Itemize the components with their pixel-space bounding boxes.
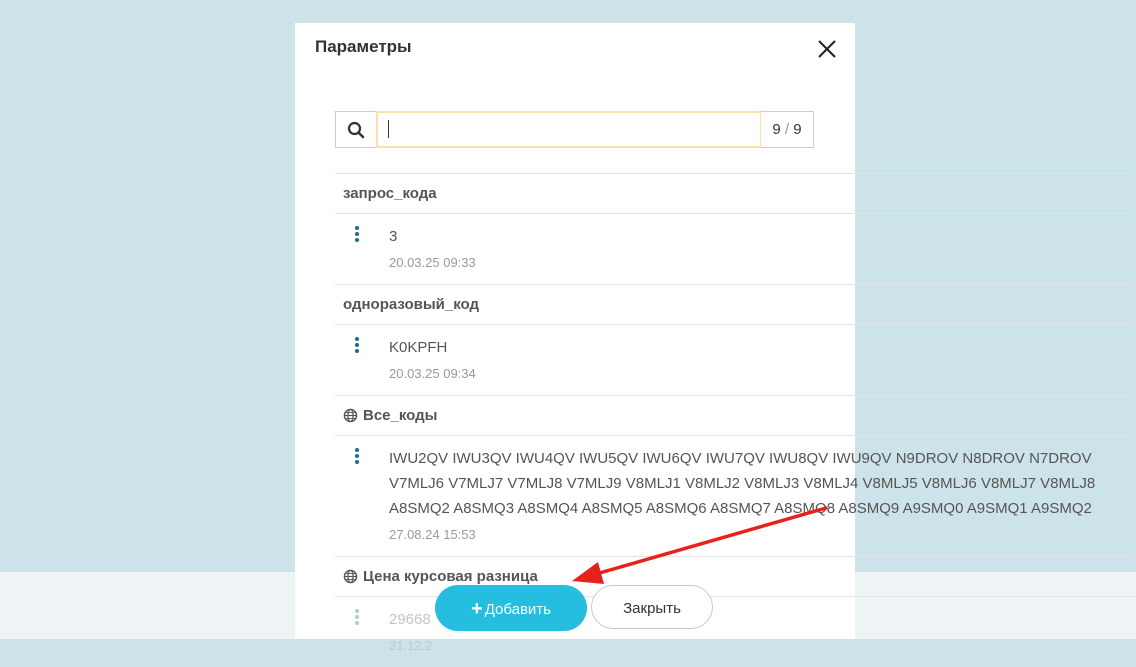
search-button[interactable] <box>335 111 377 148</box>
search-icon <box>347 121 365 139</box>
entry-value-line: A8SMQ2 A8SMQ3 A8SMQ4 A8SMQ5 A8SMQ6 A8SMQ… <box>389 500 1092 517</box>
group-name: запрос_кода <box>343 185 437 202</box>
group-header: одноразовый_код <box>335 284 1135 325</box>
entry-date: 31.12.2 <box>389 638 433 653</box>
kebab-menu-icon[interactable] <box>352 609 362 627</box>
group-header: запрос_кода <box>335 173 1135 214</box>
list-item[interactable]: 3 20.03.25 09:33 <box>335 214 1135 284</box>
list-item[interactable]: K0KPFH 20.03.25 09:34 <box>335 325 1135 395</box>
globe-icon <box>343 408 358 423</box>
entry-value: 3 <box>389 228 398 245</box>
kebab-menu-icon[interactable] <box>352 448 362 466</box>
count-separator: / <box>784 121 790 138</box>
parameters-dialog: Параметры 9 / 9 запрос_кода 3 20.03.25 0… <box>295 23 1135 653</box>
close-button[interactable]: Закрыть <box>591 585 713 629</box>
plus-icon: + <box>471 598 483 620</box>
kebab-menu-icon[interactable] <box>352 337 362 355</box>
entry-value: K0KPFH <box>389 339 448 356</box>
list-item[interactable]: IWU2QV IWU3QV IWU4QV IWU5QV IWU6QV IWU7Q… <box>335 436 1135 556</box>
kebab-menu-icon[interactable] <box>352 226 362 244</box>
search-bar: 9 / 9 <box>335 111 815 148</box>
close-dialog-button[interactable] <box>813 35 841 63</box>
entry-date: 20.03.25 09:33 <box>389 255 476 270</box>
text-caret <box>388 120 389 138</box>
entry-date: 20.03.25 09:34 <box>389 366 476 381</box>
add-button-label: Добавить <box>484 601 551 618</box>
add-button[interactable]: + Добавить <box>435 585 587 631</box>
close-icon <box>818 40 836 58</box>
group-header: Все_коды <box>335 395 1135 436</box>
entry-value-line: IWU2QV IWU3QV IWU4QV IWU5QV IWU6QV IWU7Q… <box>389 450 1092 467</box>
search-result-count: 9 / 9 <box>761 111 814 148</box>
globe-icon <box>343 569 358 584</box>
dialog-title: Параметры <box>315 37 412 56</box>
group-name: одноразовый_код <box>343 296 480 313</box>
group-name: Все_коды <box>363 407 438 424</box>
entry-value-line: V7MLJ6 V7MLJ7 V7MLJ8 V7MLJ9 V8MLJ1 V8MLJ… <box>389 475 1096 492</box>
result-count: 9 <box>772 121 781 138</box>
entry-date: 27.08.24 15:53 <box>389 527 476 542</box>
search-input[interactable] <box>376 111 762 148</box>
result-total: 9 <box>793 121 802 138</box>
